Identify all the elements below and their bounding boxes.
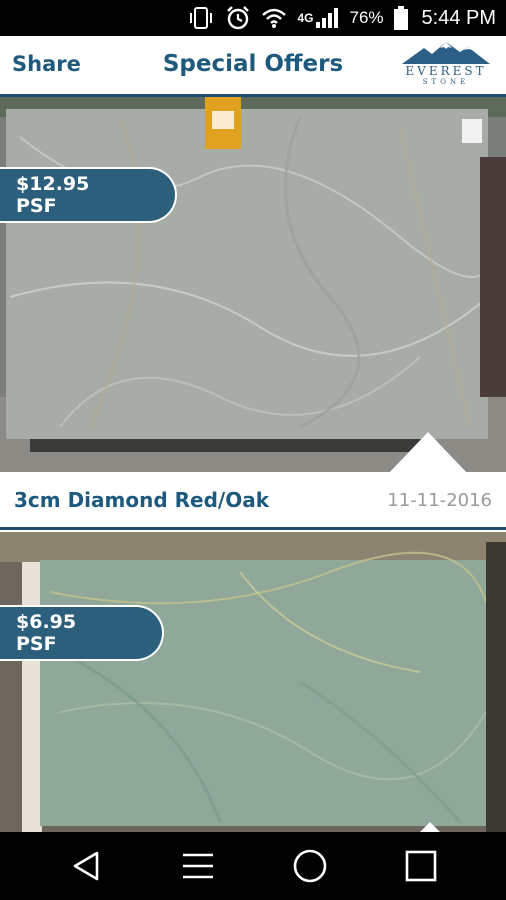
vibrate-icon (189, 7, 215, 29)
menu-icon[interactable] (178, 846, 218, 886)
status-bar: 4G 76% 5:44 PM (0, 0, 506, 36)
offer-caption[interactable]: 3cm Diamond Red/Oak 11-11-2016 (0, 472, 506, 530)
home-icon[interactable] (290, 846, 330, 886)
slab-image[interactable] (0, 97, 506, 472)
offer-date: 11-11-2016 (387, 490, 492, 511)
logo-text: EVEREST (405, 64, 487, 78)
clock: 5:44 PM (421, 6, 496, 29)
recents-icon[interactable] (401, 846, 441, 886)
price-badge: $6.95 PSF (0, 605, 164, 661)
signal-icon: 4G (297, 7, 339, 29)
app-header: Share Special Offers EVEREST STONE (0, 36, 506, 96)
offer-card[interactable]: $12.95 PSF 3cm Diamond Red/Oak 11-11-201… (0, 97, 506, 532)
battery-percent: 76% (349, 8, 384, 27)
price-badge: $12.95 PSF (0, 167, 177, 223)
alarm-icon (225, 5, 251, 31)
android-nav-bar (0, 832, 506, 900)
caption-notch (388, 432, 468, 474)
battery-icon (393, 6, 408, 30)
caption-notch (420, 822, 440, 832)
offer-name: 3cm Diamond Red/Oak (14, 488, 270, 512)
slab-image[interactable] (0, 532, 506, 832)
everest-stone-logo[interactable]: EVEREST STONE (394, 40, 498, 92)
status-icons: 4G 76% 5:44 PM (189, 0, 496, 36)
wifi-icon (261, 7, 287, 29)
network-label: 4G (297, 11, 314, 25)
back-icon[interactable] (66, 846, 106, 886)
logo-subtext: STONE (422, 78, 470, 86)
mountain-logo-icon (402, 42, 490, 64)
offer-card[interactable]: $6.95 PSF (0, 532, 506, 832)
